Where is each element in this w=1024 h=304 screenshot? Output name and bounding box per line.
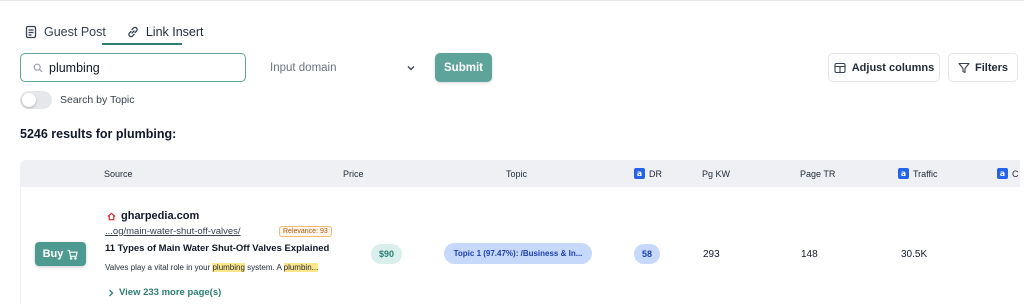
tab-bar: Guest Post Link Insert [24,22,204,44]
column-header-pg-kw[interactable]: Pg KW [702,160,730,187]
snippet-text: Valves play a vital role in your [105,263,213,272]
results-count: 5246 results for plumbing: [20,127,177,141]
tab-link-insert[interactable]: Link Insert [126,22,204,42]
view-more-pages-link[interactable]: View 233 more page(s) [107,287,221,298]
column-traffic-label: Traffic [913,168,938,179]
page-snippet: Valves play a vital role in your plumbin… [105,263,319,272]
document-icon [25,25,37,39]
search-by-topic-row: Search by Topic [20,91,135,109]
chevron-right-icon [109,289,114,296]
filters-button[interactable]: Filters [948,53,1018,82]
price-badge: $90 [371,244,403,264]
columns-icon [834,62,846,73]
topic-badge: Topic 1 (97.47%): /Business & In... [444,243,592,264]
column-header-topic[interactable]: Topic [506,160,527,187]
column-source-label: Source [104,168,133,179]
pg-kw-value: 293 [703,249,720,260]
column-header-dr[interactable]: a DR [634,160,662,187]
site-domain[interactable]: gharpedia.com [107,210,199,222]
page-title: 11 Types of Main Water Shut-Off Valves E… [105,243,330,254]
search-input[interactable] [49,60,229,75]
column-header-price[interactable]: Price [343,160,364,187]
ahrefs-icon: a [634,168,645,179]
search-by-topic-label: Search by Topic [60,94,135,106]
traffic-value: 30.5K [901,249,928,260]
tab-guest-post[interactable]: Guest Post [24,22,106,42]
search-icon [33,63,43,72]
column-pg-kw-label: Pg KW [702,168,731,179]
column-page-tr-label: Page TR [800,168,836,179]
page-url-link[interactable]: ...og/main-water-shut-off-valves/ [105,226,241,237]
site-domain-text: gharpedia.com [121,210,200,222]
tab-guest-post-label: Guest Post [44,25,106,39]
cart-icon [67,249,79,260]
site-favicon-icon [107,212,116,220]
snippet-highlight: plumbing [212,263,245,272]
buy-label: Buy [42,248,64,260]
top-divider [0,0,1024,1]
buy-button[interactable]: Buy [35,242,86,266]
column-topic-label: Topic [506,168,528,179]
snippet-highlight: plumbin... [283,263,319,272]
column-dr-label: DR [649,168,662,179]
dr-badge: 58 [634,244,660,264]
domain-select-placeholder: Input domain [270,61,337,74]
column-header-source[interactable]: Source [104,160,133,187]
active-tab-indicator [102,43,182,45]
ahrefs-icon: a [898,168,909,179]
filters-label: Filters [974,61,1008,74]
adjust-columns-button[interactable]: Adjust columns [828,53,940,82]
domain-select[interactable]: Input domain [260,53,426,82]
ahrefs-icon: a [997,168,1008,179]
submit-button[interactable]: Submit [435,53,492,82]
column-next-label: C [1012,168,1019,179]
search-by-topic-toggle[interactable] [20,91,52,109]
column-header-page-tr[interactable]: Page TR [800,160,835,187]
column-header-traffic[interactable]: a Traffic [898,160,938,187]
chevron-down-icon [407,65,415,70]
adjust-columns-label: Adjust columns [851,61,935,74]
link-icon [128,26,138,38]
page-tr-value: 148 [801,249,818,260]
table-row: Buy gharpedia.com ...og/main-water-shut-… [20,188,1020,304]
view-more-label: View 233 more page(s) [119,287,222,298]
filter-icon [958,62,970,73]
search-box[interactable] [20,53,246,82]
toggle-knob [22,93,36,107]
column-price-label: Price [343,168,364,179]
column-header-next[interactable]: aC [997,160,1019,187]
relevance-badge: Relevance: 93 [279,226,332,237]
snippet-text: system. A [244,263,284,272]
table-header: Source Price Topic a DR Pg KW Page TR a Tr… [20,160,1020,187]
tab-link-insert-label: Link Insert [145,25,204,39]
